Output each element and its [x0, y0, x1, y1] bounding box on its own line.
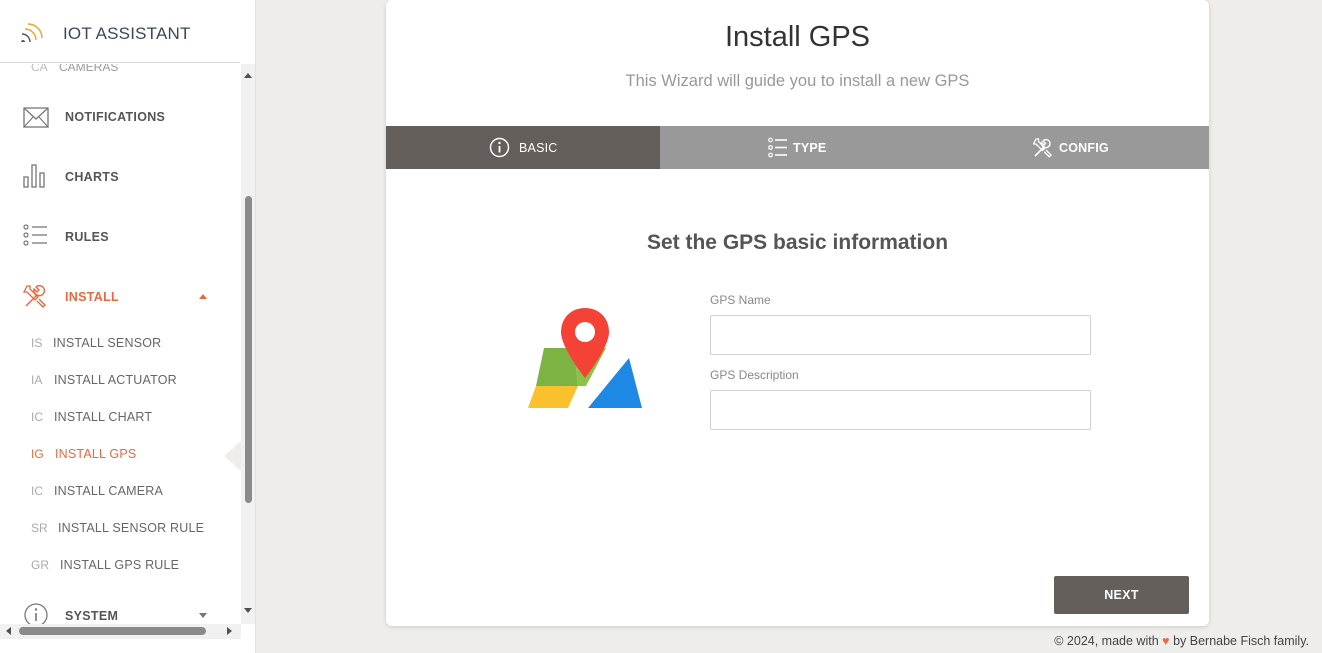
tab-basic[interactable]: BASIC [386, 126, 660, 169]
tab-label: TYPE [793, 141, 827, 155]
subitem-abbr: IG [31, 447, 44, 461]
sidebar-subitem-install-sensor[interactable]: IS INSTALL SENSOR [0, 332, 241, 356]
chevron-up-icon [199, 294, 207, 299]
sidebar-subitem-install-camera[interactable]: IC INSTALL CAMERA [0, 480, 241, 504]
subitem-label: INSTALL SENSOR RULE [58, 521, 205, 535]
info-icon [24, 603, 48, 624]
sidebar-menu: CA CAMERAS NOTIFICATIONS CHARTS RULES IN… [0, 64, 241, 624]
vertical-scroll-thumb[interactable] [245, 196, 252, 503]
sidebar-subitem-install-gps-rule[interactable]: GR INSTALL GPS RULE [0, 554, 241, 578]
list-icon [23, 224, 47, 246]
wizard-card: Install GPS This Wizard will guide you t… [386, 0, 1209, 626]
sidebar-item-notifications[interactable]: NOTIFICATIONS [0, 97, 241, 137]
sidebar-subitem-install-gps[interactable]: IG INSTALL GPS [0, 443, 241, 467]
bar-chart-icon [23, 164, 45, 188]
sidebar-subitem-install-sensor-rule[interactable]: SR INSTALL SENSOR RULE [0, 517, 241, 541]
footer-prefix: © 2024, made with [1054, 634, 1159, 648]
subitem-abbr: SR [31, 521, 48, 535]
sidebar-item-system[interactable]: SYSTEM [0, 596, 241, 624]
sidebar-item-rules[interactable]: RULES [0, 217, 241, 257]
page-subtitle: This Wizard will guide you to install a … [625, 72, 970, 90]
gps-name-input[interactable] [710, 315, 1091, 355]
sidebar: IOT ASSISTANT CA CAMERAS NOTIFICATIONS CH… [0, 0, 256, 653]
scroll-up-icon[interactable] [244, 73, 252, 78]
footer-suffix: by Bernabe Fisch family. [1173, 634, 1309, 648]
sidebar-item-charts[interactable]: CHARTS [0, 157, 241, 197]
sidebar-item-label: SYSTEM [65, 609, 119, 623]
list-icon [768, 137, 787, 158]
scroll-left-icon[interactable] [6, 627, 11, 635]
chevron-down-icon [199, 613, 207, 618]
subitem-abbr: IA [31, 373, 43, 387]
map-pin-icon [528, 308, 642, 408]
tab-config[interactable]: CONFIG [935, 126, 1209, 169]
subitem-label: INSTALL GPS RULE [60, 558, 180, 572]
next-button[interactable]: NEXT [1054, 576, 1189, 614]
sidebar-item-label: CAMERAS [59, 64, 119, 74]
tools-icon [23, 284, 46, 308]
subitem-abbr: IC [31, 410, 43, 424]
subitem-abbr: IC [31, 484, 43, 498]
subitem-abbr: IS [31, 336, 43, 350]
section-title: Set the GPS basic information [646, 231, 949, 254]
tools-icon [1033, 138, 1052, 158]
horizontal-scroll-thumb[interactable] [19, 627, 206, 635]
envelope-icon [23, 107, 49, 128]
page-title: Install GPS [724, 21, 871, 53]
gps-description-input[interactable] [710, 390, 1091, 430]
wifi-signal-icon [21, 23, 43, 42]
tab-label: BASIC [519, 141, 558, 155]
subitem-abbr: GR [31, 558, 49, 572]
gps-description-label: GPS Description [710, 368, 799, 382]
sidebar-item-label: INSTALL [65, 290, 119, 304]
wizard-tabs: BASIC TYPE CONFIG [386, 126, 1209, 169]
tab-label: CONFIG [1059, 141, 1109, 155]
gps-name-label: GPS Name [710, 293, 771, 307]
subitem-label: INSTALL CHART [54, 410, 153, 424]
tab-type[interactable]: TYPE [660, 126, 934, 169]
brand-header[interactable]: IOT ASSISTANT [0, 0, 240, 63]
heart-icon: ♥ [1162, 634, 1170, 648]
footer: © 2024, made with ♥ by Bernabe Fisch fam… [1054, 634, 1309, 648]
sidebar-item-label: RULES [65, 230, 109, 244]
info-circle-icon [489, 137, 510, 158]
sidebar-item-label: NOTIFICATIONS [65, 110, 166, 124]
sidebar-item-label: CHARTS [65, 170, 119, 184]
subitem-label: INSTALL CAMERA [54, 484, 164, 498]
scroll-right-icon[interactable] [227, 627, 232, 635]
sidebar-subitem-install-actuator[interactable]: IA INSTALL ACTUATOR [0, 369, 241, 393]
subitem-label: INSTALL SENSOR [53, 336, 162, 350]
sidebar-item-abbr: CA [31, 64, 48, 74]
scroll-down-icon[interactable] [244, 608, 252, 613]
sidebar-item-cameras[interactable]: CA CAMERAS [31, 64, 118, 74]
subitem-label: INSTALL ACTUATOR [54, 373, 177, 387]
subitem-label: INSTALL GPS [55, 447, 137, 461]
active-indicator [224, 441, 241, 471]
sidebar-subitem-install-chart[interactable]: IC INSTALL CHART [0, 406, 241, 430]
brand-title: IOT ASSISTANT [63, 24, 191, 43]
sidebar-item-install[interactable]: INSTALL [0, 277, 241, 317]
